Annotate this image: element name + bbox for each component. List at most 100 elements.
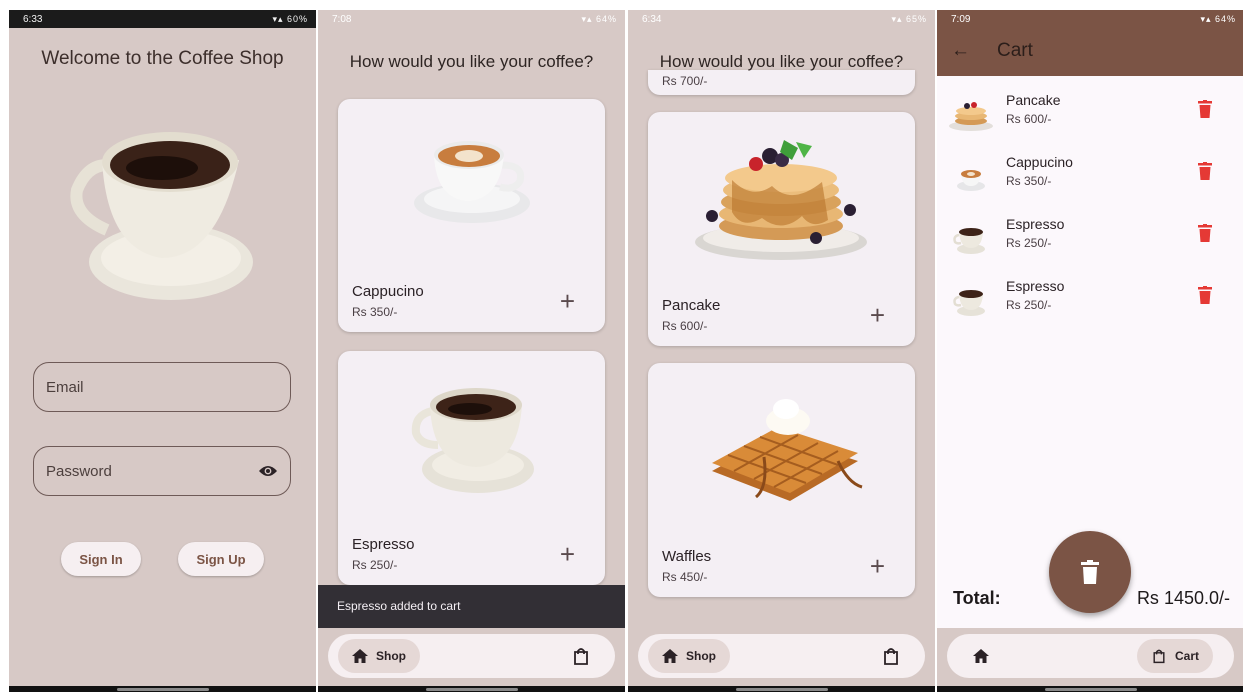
total-value: Rs 1450.0/-: [1136, 588, 1230, 608]
espresso-image: [411, 388, 534, 493]
status-bar: 7:09 ▾▴ 64%: [937, 10, 1243, 28]
page-title: How would you like your coffee?: [659, 52, 904, 71]
shop-screen-scrolled: 6:34 ▾▴ 65% How would you like your coff…: [628, 10, 935, 692]
shopping-bag-icon[interactable]: [881, 646, 901, 666]
product-card-partial[interactable]: Rs 700/-: [648, 70, 915, 95]
cart-item-name: Espresso: [1006, 216, 1065, 232]
cart-item-price: Rs 350/-: [1006, 174, 1052, 188]
cart-item: Espresso Rs 250/-: [937, 212, 1243, 262]
system-nav-bar: [318, 686, 625, 692]
cappuccino-image: [414, 141, 530, 223]
snackbar: Espresso added to cart: [318, 585, 625, 628]
home-icon: [662, 649, 678, 663]
add-to-cart-button[interactable]: +: [560, 541, 575, 567]
nav-shop-label: Shop: [686, 649, 716, 663]
nav-shop-tab[interactable]: Shop: [648, 639, 730, 673]
cart-item: Espresso Rs 250/-: [937, 274, 1243, 324]
system-nav-bar: [628, 686, 935, 692]
system-nav-bar: [937, 686, 1243, 692]
email-field[interactable]: Email: [33, 362, 291, 412]
cart-item-name: Espresso: [1006, 278, 1065, 294]
cart-item: Cappucino Rs 350/-: [937, 150, 1243, 200]
page-title: Welcome to the Coffee Shop: [41, 48, 284, 69]
status-icons: ▾▴ 65%: [891, 13, 927, 24]
cart-item-price: Rs 250/-: [1006, 236, 1052, 250]
nav-cart-label: Cart: [1175, 649, 1200, 663]
page-title: Cart: [997, 40, 1033, 61]
cappuccino-thumbnail: [957, 170, 985, 191]
product-name: Cappucino: [352, 283, 424, 300]
add-to-cart-button[interactable]: +: [560, 288, 575, 314]
battery-level: 64%: [595, 13, 617, 24]
coffee-cup-image: [70, 132, 253, 300]
home-gesture-bar[interactable]: [1044, 688, 1137, 691]
product-card[interactable]: Waffles Rs 450/- +: [648, 363, 915, 597]
shopping-bag-icon: [1153, 649, 1165, 664]
nav-cart-tab[interactable]: Cart: [1137, 639, 1214, 673]
shop-screen: 7:08 ▾▴ 64% How would you like your coff…: [318, 10, 625, 692]
status-icons: ▾▴ 64%: [1200, 13, 1236, 24]
eye-icon[interactable]: [258, 464, 278, 478]
bottom-navigation: Shop: [638, 634, 925, 678]
product-card[interactable]: Pancake Rs 600/- +: [648, 112, 915, 346]
email-placeholder: Email: [46, 378, 84, 396]
back-arrow-icon[interactable]: ←: [951, 40, 970, 62]
product-name: Pancake: [662, 297, 721, 314]
product-price: Rs 450/-: [662, 570, 708, 584]
sign-in-button[interactable]: Sign In: [61, 542, 141, 576]
espresso-thumbnail: [953, 290, 985, 316]
system-nav-bar: [9, 686, 316, 692]
bottom-navigation: Cart: [947, 634, 1234, 678]
delete-icon[interactable]: [1198, 162, 1212, 180]
status-icons: ▾▴ 64%: [581, 13, 617, 24]
cart-item: Pancake Rs 600/-: [937, 88, 1243, 138]
battery-level: 64%: [1214, 13, 1236, 24]
product-price: Rs 350/-: [352, 305, 398, 319]
delete-icon[interactable]: [1198, 100, 1212, 118]
status-icons: ▾▴ 60%: [272, 13, 308, 24]
status-time: 6:33: [23, 13, 43, 25]
status-time: 7:08: [332, 13, 352, 25]
product-card[interactable]: Espresso Rs 250/- +: [338, 351, 605, 585]
home-icon: [352, 649, 368, 663]
cart-item-name: Cappucino: [1006, 154, 1073, 170]
home-gesture-bar[interactable]: [425, 688, 518, 691]
product-name: Espresso: [352, 536, 415, 553]
delete-icon[interactable]: [1198, 224, 1212, 242]
status-time: 7:09: [951, 13, 971, 25]
battery-level: 60%: [286, 13, 308, 24]
page-title: How would you like your coffee?: [349, 52, 594, 71]
cart-item-price: Rs 250/-: [1006, 298, 1052, 312]
sign-up-button[interactable]: Sign Up: [178, 542, 264, 576]
delete-icon[interactable]: [1198, 286, 1212, 304]
add-to-cart-button[interactable]: +: [870, 302, 885, 328]
home-icon[interactable]: [971, 646, 991, 666]
status-bar: 7:08 ▾▴ 64%: [318, 10, 625, 28]
waffles-image: [712, 399, 863, 501]
shopping-bag-icon[interactable]: [571, 646, 591, 666]
cart-item-name: Pancake: [1006, 92, 1061, 108]
total-label: Total:: [953, 588, 1001, 608]
espresso-thumbnail: [953, 228, 985, 254]
app-bar: ← Cart: [937, 28, 1243, 76]
pancake-image: [695, 140, 867, 260]
clear-cart-button[interactable]: [1049, 531, 1131, 613]
status-bar: 6:34 ▾▴ 65%: [628, 10, 935, 28]
product-price: Rs 700/-: [662, 74, 708, 88]
pancake-thumbnail: [949, 102, 993, 131]
trash-icon: [1081, 560, 1099, 584]
add-to-cart-button[interactable]: +: [870, 553, 885, 579]
home-gesture-bar[interactable]: [735, 688, 828, 691]
status-bar: 6:33 ▾▴ 60%: [9, 10, 316, 28]
login-screen: 6:33 ▾▴ 60% Welcome to the Coffee Shop E…: [9, 10, 316, 692]
cart-screen: 7:09 ▾▴ 64% ← Cart Pancake Rs 600/- Capp…: [937, 10, 1243, 692]
product-name: Waffles: [662, 548, 712, 565]
bottom-navigation: Shop: [328, 634, 615, 678]
password-placeholder: Password: [46, 462, 112, 480]
password-field[interactable]: Password: [33, 446, 291, 496]
product-price: Rs 600/-: [662, 319, 708, 333]
home-gesture-bar[interactable]: [116, 688, 209, 691]
cart-item-price: Rs 600/-: [1006, 112, 1052, 126]
product-card[interactable]: Cappucino Rs 350/- +: [338, 99, 605, 332]
nav-shop-tab[interactable]: Shop: [338, 639, 420, 673]
